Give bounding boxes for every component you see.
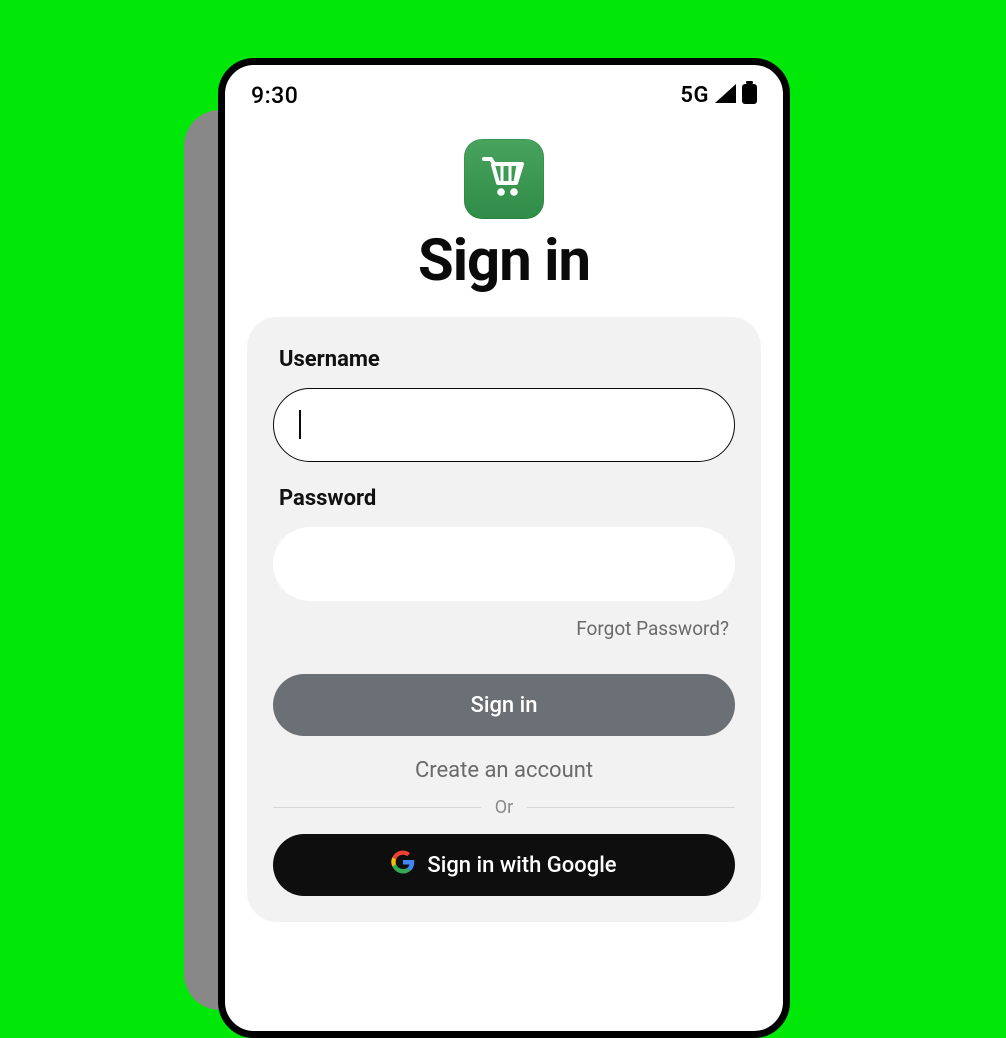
separator-line-right (527, 807, 735, 808)
forgot-password-link[interactable]: Forgot Password? (576, 617, 735, 640)
sign-in-card: Username Password Forgot Password? Sign … (247, 317, 761, 922)
sign-in-button[interactable]: Sign in (273, 674, 735, 736)
username-label: Username (273, 347, 735, 372)
app-logo (464, 139, 544, 219)
status-time: 9:30 (251, 82, 298, 109)
text-caret (299, 410, 301, 439)
password-label: Password (273, 486, 735, 511)
shopping-cart-icon (478, 151, 530, 207)
battery-icon (742, 81, 757, 110)
status-bar: 9:30 5G (225, 65, 783, 115)
forgot-password-row: Forgot Password? (273, 617, 735, 640)
google-sign-in-button[interactable]: Sign in with Google (273, 834, 735, 896)
password-input[interactable] (273, 527, 735, 601)
create-account-link[interactable]: Create an account (415, 758, 593, 783)
google-sign-in-label: Sign in with Google (427, 853, 616, 878)
sign-in-button-label: Sign in (471, 693, 538, 718)
separator-line-left (273, 807, 481, 808)
username-input[interactable] (273, 388, 735, 462)
status-right-group: 5G (680, 81, 757, 110)
signal-icon (715, 82, 736, 109)
or-separator: Or (273, 797, 735, 818)
username-input-wrap (273, 388, 735, 462)
network-label: 5G (680, 83, 709, 108)
app-content: Sign in Username Password Forgot Passwor… (225, 115, 783, 922)
page-title: Sign in (418, 227, 590, 295)
create-account-row: Create an account (273, 758, 735, 783)
phone-frame: 9:30 5G (218, 58, 790, 1038)
separator-label: Or (495, 797, 513, 818)
google-logo-icon (391, 850, 415, 880)
